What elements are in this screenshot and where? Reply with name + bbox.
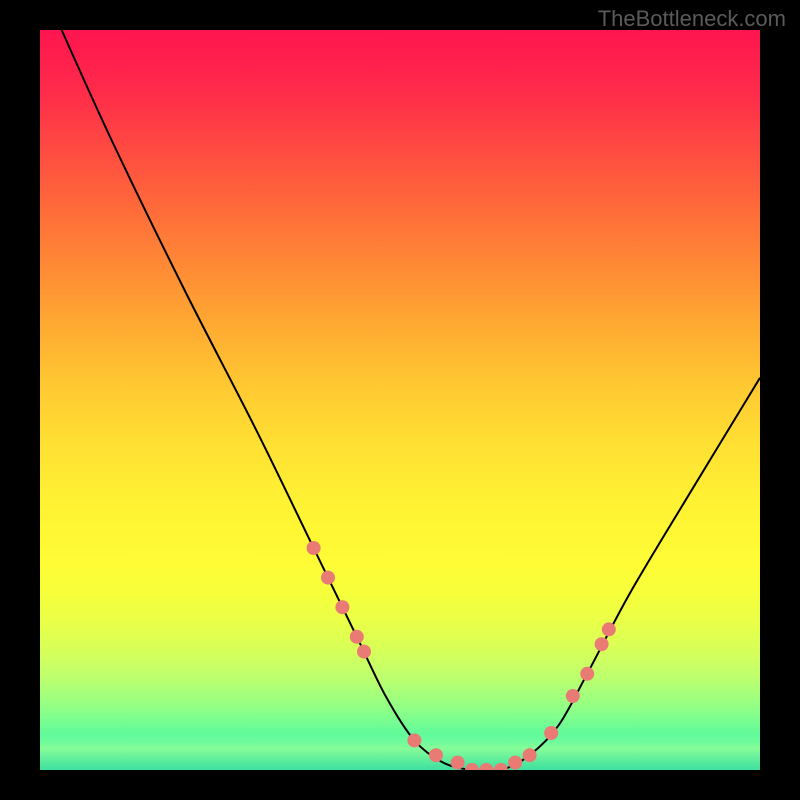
highlight-dot — [307, 541, 321, 555]
highlight-dot — [494, 763, 508, 770]
plot-area — [40, 30, 760, 770]
highlight-dot — [523, 748, 537, 762]
highlight-dot — [544, 726, 558, 740]
highlight-dot — [321, 571, 335, 585]
watermark-text: TheBottleneck.com — [598, 6, 786, 32]
highlight-dot — [566, 689, 580, 703]
highlight-dot — [451, 756, 465, 770]
highlight-dot — [479, 763, 493, 770]
highlight-dots-group — [307, 541, 616, 770]
highlight-dot — [465, 763, 479, 770]
highlight-dot — [602, 622, 616, 636]
highlight-dot — [429, 748, 443, 762]
highlight-dot — [580, 667, 594, 681]
highlight-dot — [595, 637, 609, 651]
bottleneck-curve — [62, 30, 760, 770]
highlight-dot — [407, 733, 421, 747]
highlight-dot — [350, 630, 364, 644]
highlight-dot — [508, 756, 522, 770]
highlight-dot — [357, 645, 371, 659]
highlight-dot — [335, 600, 349, 614]
curve-svg — [40, 30, 760, 770]
